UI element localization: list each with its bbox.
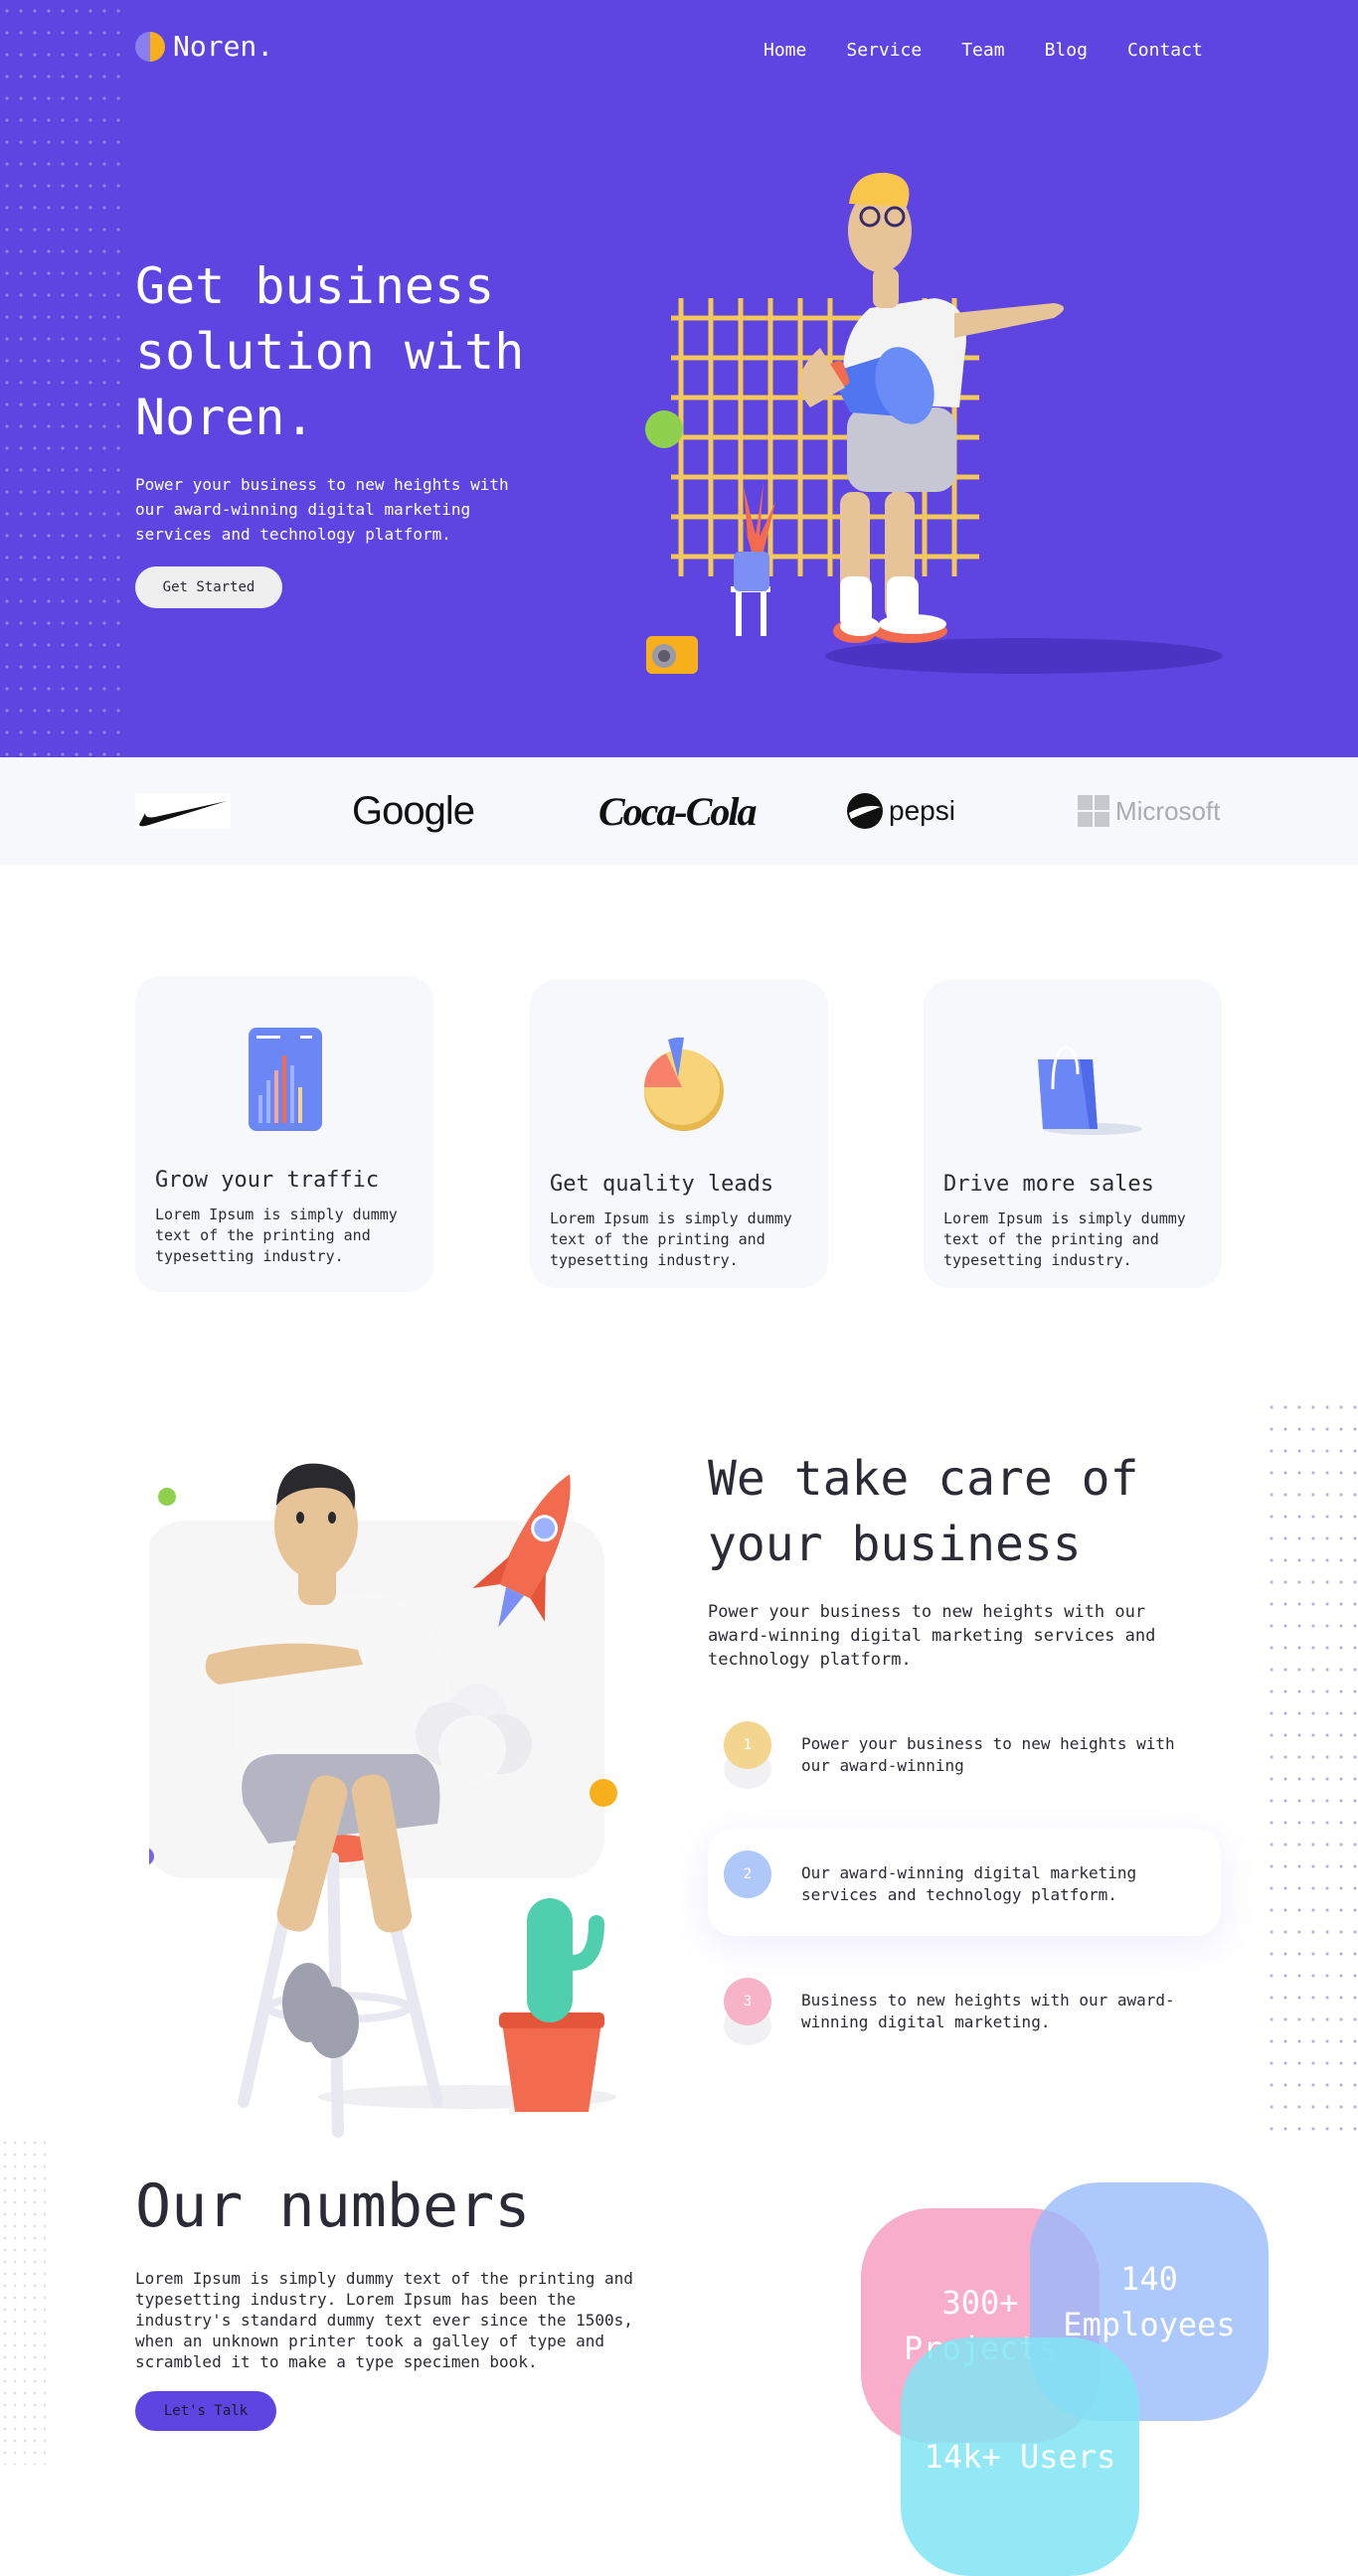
feature-card-traffic[interactable]: Grow your traffic Lorem Ipsum is simply … [135, 976, 433, 1292]
feature-text: Lorem Ipsum is simply dummy text of the … [155, 1206, 398, 1265]
process-step-1[interactable]: 1 Power your business to new heights wit… [708, 1699, 1221, 1807]
dot-pattern [0, 2137, 46, 2465]
stat-employees-value: 140 [1120, 2260, 1178, 2298]
main-nav: Home Service Team Blog Contact [764, 40, 1203, 61]
process-step-3[interactable]: 3 Business to new heights with our award… [708, 1956, 1221, 2063]
shopping-bag-icon [1038, 1046, 1142, 1135]
pie-chart-icon [644, 1037, 724, 1131]
hero-title: Get business solution with Noren. [135, 257, 525, 446]
logo[interactable]: Noren. [135, 30, 273, 63]
brand-logos-strip: Google Coca-Cola pepsi Microsoft [0, 757, 1358, 865]
get-started-button[interactable]: Get Started [135, 566, 282, 608]
step-text: Our award-winning digital marketing serv… [801, 1863, 1137, 1904]
google-logo: Google [352, 788, 475, 833]
feature-title: Drive more sales [943, 1172, 1154, 1197]
nike-logo [135, 785, 231, 837]
step-text: Business to new heights with our award-w… [801, 1991, 1175, 2031]
feature-title: Get quality leads [550, 1172, 774, 1197]
process-step-2[interactable]: 2 Our award-winning digital marketing se… [708, 1829, 1221, 1936]
feature-text: Lorem Ipsum is simply dummy text of the … [943, 1209, 1186, 1269]
logo-icon [135, 31, 165, 62]
logo-text: Noren. [173, 30, 274, 63]
care-illustration [149, 1463, 617, 2138]
pepsi-wordmark: pepsi [889, 795, 955, 826]
bar-chart-icon [249, 1028, 322, 1131]
dot-pattern [1265, 1396, 1358, 2137]
lets-talk-button[interactable]: Let's Talk [135, 2391, 276, 2431]
nike-swoosh-icon [135, 793, 231, 829]
stat-users: 14k+ Users [901, 2337, 1139, 2576]
care-title: We take care of your business [708, 1451, 1139, 1572]
feature-title: Grow your traffic [155, 1168, 380, 1193]
dot-pattern [0, 0, 124, 757]
numbers-title: Our numbers [135, 2172, 531, 2241]
stat-projects-value: 300+ [941, 2284, 1019, 2322]
microsoft-logo: Microsoft [1078, 785, 1220, 837]
feature-text: Lorem Ipsum is simply dummy text of the … [550, 1209, 792, 1269]
hero-section: Noren. Home Service Team Blog Contact Ge… [0, 0, 1358, 757]
coca-cola-logo: Coca-Cola [598, 788, 758, 834]
nav-blog[interactable]: Blog [1045, 40, 1088, 61]
feature-card-sales[interactable]: Drive more sales Lorem Ipsum is simply d… [924, 980, 1222, 1288]
stat-users-value: 14k+ Users [924, 2438, 1116, 2476]
microsoft-squares-icon [1078, 795, 1109, 827]
hero-illustration [645, 172, 1223, 674]
care-description: Power your business to new heights with … [708, 1602, 1156, 1670]
microsoft-wordmark: Microsoft [1115, 795, 1221, 826]
nav-home[interactable]: Home [764, 40, 806, 61]
pepsi-logo: pepsi [847, 785, 955, 837]
nav-contact[interactable]: Contact [1127, 40, 1203, 61]
hero-description: Power your business to new heights with … [135, 475, 509, 544]
feature-card-leads[interactable]: Get quality leads Lorem Ipsum is simply … [530, 980, 828, 1288]
numbers-description: Lorem Ipsum is simply dummy text of the … [135, 2269, 633, 2371]
step-number-badge: 1 [724, 1721, 771, 1769]
pepsi-globe-icon [847, 793, 883, 829]
nav-team[interactable]: Team [961, 40, 1004, 61]
step-text: Power your business to new heights with … [801, 1734, 1175, 1775]
nav-service[interactable]: Service [846, 40, 922, 61]
step-number-badge: 2 [724, 1851, 771, 1898]
step-number-badge: 3 [724, 1978, 771, 2025]
